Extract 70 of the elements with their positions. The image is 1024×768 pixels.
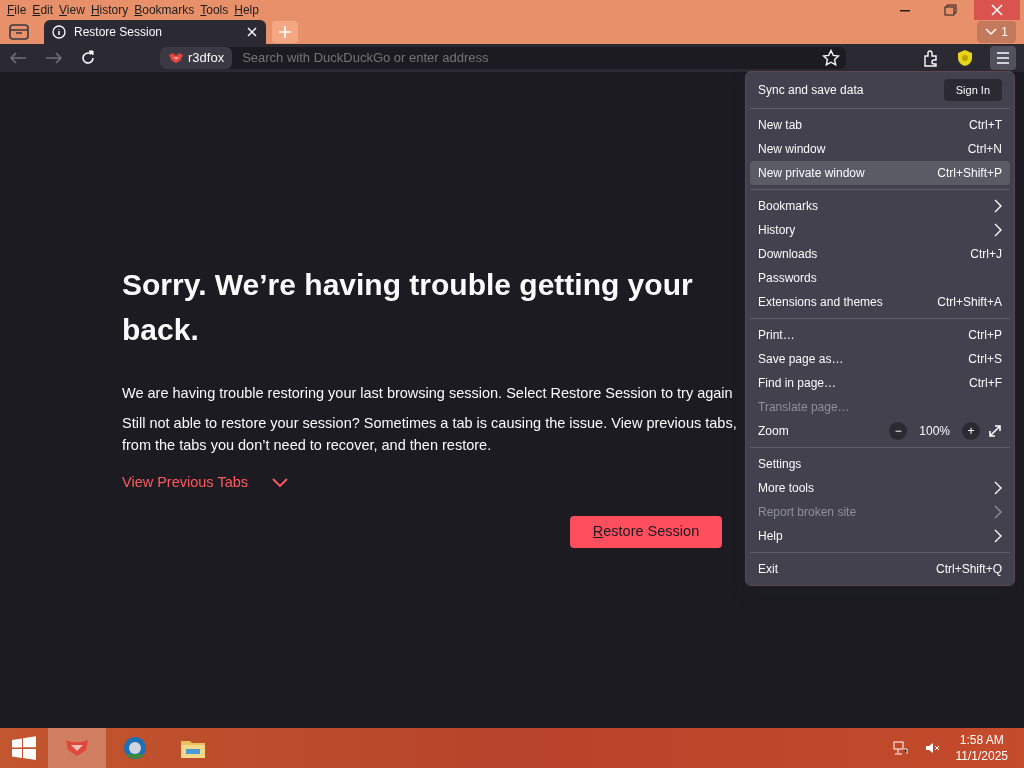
menu-icon[interactable] (990, 46, 1016, 70)
tab-title: Restore Session (74, 24, 164, 41)
menu-item[interactable]: Find in page… Ctrl+F (750, 371, 1010, 395)
menu-item[interactable]: View (56, 1, 88, 19)
paragraph: Still not able to restore your session? Sometimes a tab is causing the issue. View previous tabs, (122, 414, 737, 433)
menu-item[interactable]: File (4, 1, 30, 19)
shortcut-text: Ctrl+J (970, 246, 1002, 263)
shortcut-text: Ctrl+N (967, 141, 1002, 158)
menu-item[interactable]: History (750, 218, 1010, 242)
menu-item[interactable]: Extensions and themes Ctrl+Shift+A (750, 290, 1010, 314)
shortcut-text: Ctrl+P (968, 327, 1002, 344)
menu-item[interactable]: Passwords (750, 266, 1010, 290)
forward-icon[interactable] (44, 50, 64, 66)
menu-item[interactable]: Save page as… Ctrl+S (750, 347, 1010, 371)
clock-time: 1:58 AM (958, 732, 1005, 748)
menu-item[interactable]: Print… Ctrl+P (750, 323, 1010, 347)
chevron-icon (272, 477, 288, 488)
fox-icon (168, 52, 184, 64)
menu-item[interactable]: Edit (29, 1, 57, 19)
zoom-in-button[interactable]: + (962, 422, 980, 440)
reload-icon[interactable] (80, 50, 96, 66)
fullscreen-icon[interactable] (988, 424, 1002, 438)
zoom-level: 100% (918, 423, 951, 440)
shortcut-text: Ctrl+T (969, 117, 1002, 134)
shield-icon[interactable] (956, 49, 974, 67)
info-icon (52, 25, 66, 39)
zoom-out-button[interactable]: − (889, 422, 908, 440)
heading: back. (122, 312, 199, 348)
chevron-right-icon (994, 481, 1002, 495)
menu-item[interactable]: Exit Ctrl+Shift+Q (750, 557, 1010, 581)
menu-item[interactable]: More tools (750, 476, 1010, 500)
shortcut-text: Ctrl+Shift+Q (935, 561, 1002, 578)
network-icon[interactable] (891, 740, 908, 756)
paragraph: from the tabs you don’t need to recover, and then restore. (122, 436, 493, 455)
menu-item[interactable]: Tools (197, 1, 232, 19)
view-previous-tabs-link[interactable]: View Previous Tabs (122, 472, 288, 494)
muted-speaker-icon[interactable] (923, 740, 940, 756)
tab[interactable]: Restore Session (44, 20, 266, 44)
paragraph: We are having trouble restoring your last browsing session. Select Restore Session to try again (122, 384, 733, 403)
star-icon[interactable] (822, 49, 840, 67)
chevron-right-icon (994, 199, 1002, 213)
menu-item[interactable]: Help (750, 524, 1010, 548)
heading: Sorry. We’re having trouble getting your (122, 267, 693, 303)
shortcut-text: Ctrl+Shift+A (937, 294, 1002, 311)
sync-label: Sync and save data (758, 82, 864, 99)
shortcut-text: Ctrl+F (969, 375, 1002, 392)
address-bar[interactable]: r3dfox Search with DuckDuckGo or enter address (160, 47, 846, 69)
chevron-right-icon (994, 505, 1002, 519)
menu-item[interactable]: Settings (750, 452, 1010, 476)
menu-item[interactable]: History (87, 1, 132, 19)
puzzle-icon[interactable] (922, 49, 940, 67)
sign-in-button[interactable]: Sign In (943, 78, 1002, 102)
shortcut-text: Ctrl+S (968, 351, 1002, 368)
menu-item[interactable]: Bookmarks (750, 194, 1010, 218)
chevron-right-icon (994, 223, 1002, 237)
menu-item[interactable]: Bookmarks (131, 1, 198, 19)
restore-session-button[interactable]: Restore Session (570, 515, 722, 548)
close-icon[interactable] (246, 26, 258, 38)
menu-item[interactable]: Help (231, 1, 262, 19)
tab-count: 1 (1001, 24, 1008, 41)
back-icon[interactable] (8, 50, 28, 66)
menu-item[interactable]: New tab Ctrl+T (750, 113, 1010, 137)
menu-item[interactable]: Downloads Ctrl+J (750, 242, 1010, 266)
shortcut-text: Ctrl+Shift+P (937, 165, 1002, 182)
identity-button[interactable]: r3dfox (160, 47, 233, 69)
chevron-down-icon (985, 28, 998, 36)
chevron-right-icon (994, 529, 1002, 543)
clock-date: 11/1/2025 (955, 748, 1008, 764)
menu-item[interactable]: New private window Ctrl+Shift+P (750, 161, 1010, 185)
menu-item[interactable]: New window Ctrl+N (750, 137, 1010, 161)
